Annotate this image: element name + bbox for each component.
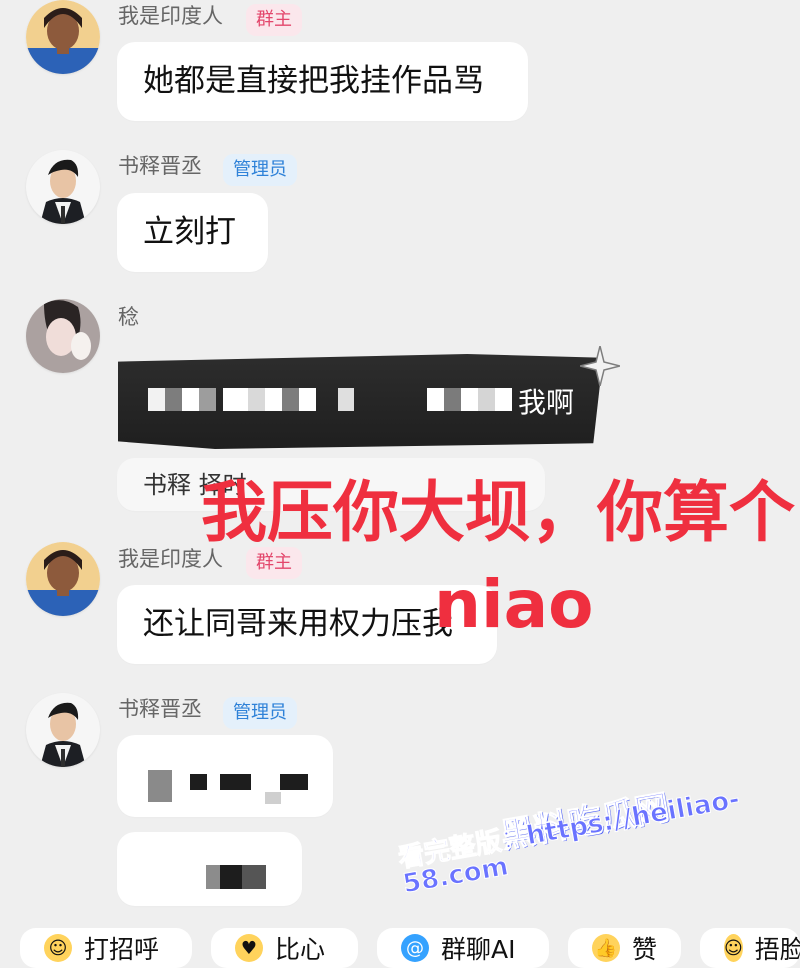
message-bubble[interactable]: 她都是直接把我挂作品骂 (117, 42, 528, 121)
mosaic-tile (265, 388, 282, 411)
quick-action-greet[interactable]: ☺ 打招呼 (20, 928, 192, 968)
facepalm-icon: ☺ (724, 934, 743, 962)
admin-badge: 管理员 (223, 154, 297, 186)
owner-badge: 群主 (246, 547, 302, 579)
quick-action-label: 捂脸 (754, 935, 800, 964)
overlay-title: 我压你大坝，你算个 (201, 474, 795, 551)
mosaic-tile (220, 774, 251, 790)
avatar[interactable] (26, 150, 100, 224)
mosaic-tile (182, 388, 199, 411)
sender-name: 我是印度人 (118, 547, 223, 571)
message-text: 立刻打 (143, 214, 236, 250)
sender-name: 书释晋丞 (118, 697, 202, 721)
mosaic-tile (280, 774, 308, 790)
quick-action-label: 比心 (275, 935, 326, 964)
mosaic-tile (148, 388, 165, 411)
mosaic-tile (242, 865, 266, 889)
mosaic-tile (190, 774, 207, 790)
sparkle-icon (580, 346, 620, 386)
mosaic-tile (248, 388, 265, 411)
owner-badge: 群主 (246, 4, 302, 36)
smile-icon: ☺ (44, 934, 72, 962)
quick-action-like[interactable]: 👍 赞 (568, 928, 681, 968)
sender-name: 书释晋丞 (118, 154, 202, 178)
mosaic-tile (282, 388, 299, 411)
quick-action-label: 打招呼 (84, 935, 160, 964)
sender-name: 我是印度人 (118, 4, 223, 28)
mosaic-tile (206, 865, 220, 889)
chat-screen: 我是印度人 群主 她都是直接把我挂作品骂 书释晋丞 管理员 立刻打 稔 我啊 书… (0, 0, 800, 968)
mosaic-tile (199, 388, 216, 411)
sender-name: 稔 (118, 305, 139, 329)
mosaic-tile (495, 388, 512, 411)
message-bubble[interactable]: 立刻打 (117, 193, 268, 272)
mosaic-tile (478, 388, 495, 411)
quick-action-label: 赞 (632, 935, 658, 964)
mosaic-tile (444, 388, 461, 411)
avatar[interactable] (26, 693, 100, 767)
mosaic-tile (265, 792, 281, 804)
at-icon: @ (401, 934, 429, 962)
mosaic-tile (223, 388, 248, 411)
message-text: 还让同哥来用权力压我 (143, 606, 453, 642)
mosaic-tile (461, 388, 478, 411)
quick-action-facepalm[interactable]: ☺ 捂脸 (700, 928, 800, 968)
dark-message-text: 我啊 (518, 386, 575, 419)
mosaic-tile (148, 770, 172, 802)
admin-badge: 管理员 (223, 697, 297, 729)
avatar[interactable] (26, 542, 100, 616)
quick-action-heart[interactable]: ♥ 比心 (211, 928, 358, 968)
thumb-icon: 👍 (592, 934, 620, 962)
mosaic-tile (165, 388, 182, 411)
mosaic-tile (220, 865, 242, 889)
mosaic-tile (338, 388, 354, 411)
mosaic-tile (299, 388, 316, 411)
watermark-url: 看完整版：https://heiliao-58.com (396, 784, 743, 900)
avatar[interactable] (26, 299, 100, 373)
heart-icon: ♥ (235, 934, 263, 962)
quick-action-label: 群聊AI (441, 935, 516, 964)
quick-action-ai[interactable]: @ 群聊AI (377, 928, 549, 968)
avatar[interactable] (26, 0, 100, 74)
overlay-subtitle: niao (434, 566, 594, 643)
mosaic-tile (427, 388, 444, 411)
message-text: 她都是直接把我挂作品骂 (143, 63, 484, 99)
